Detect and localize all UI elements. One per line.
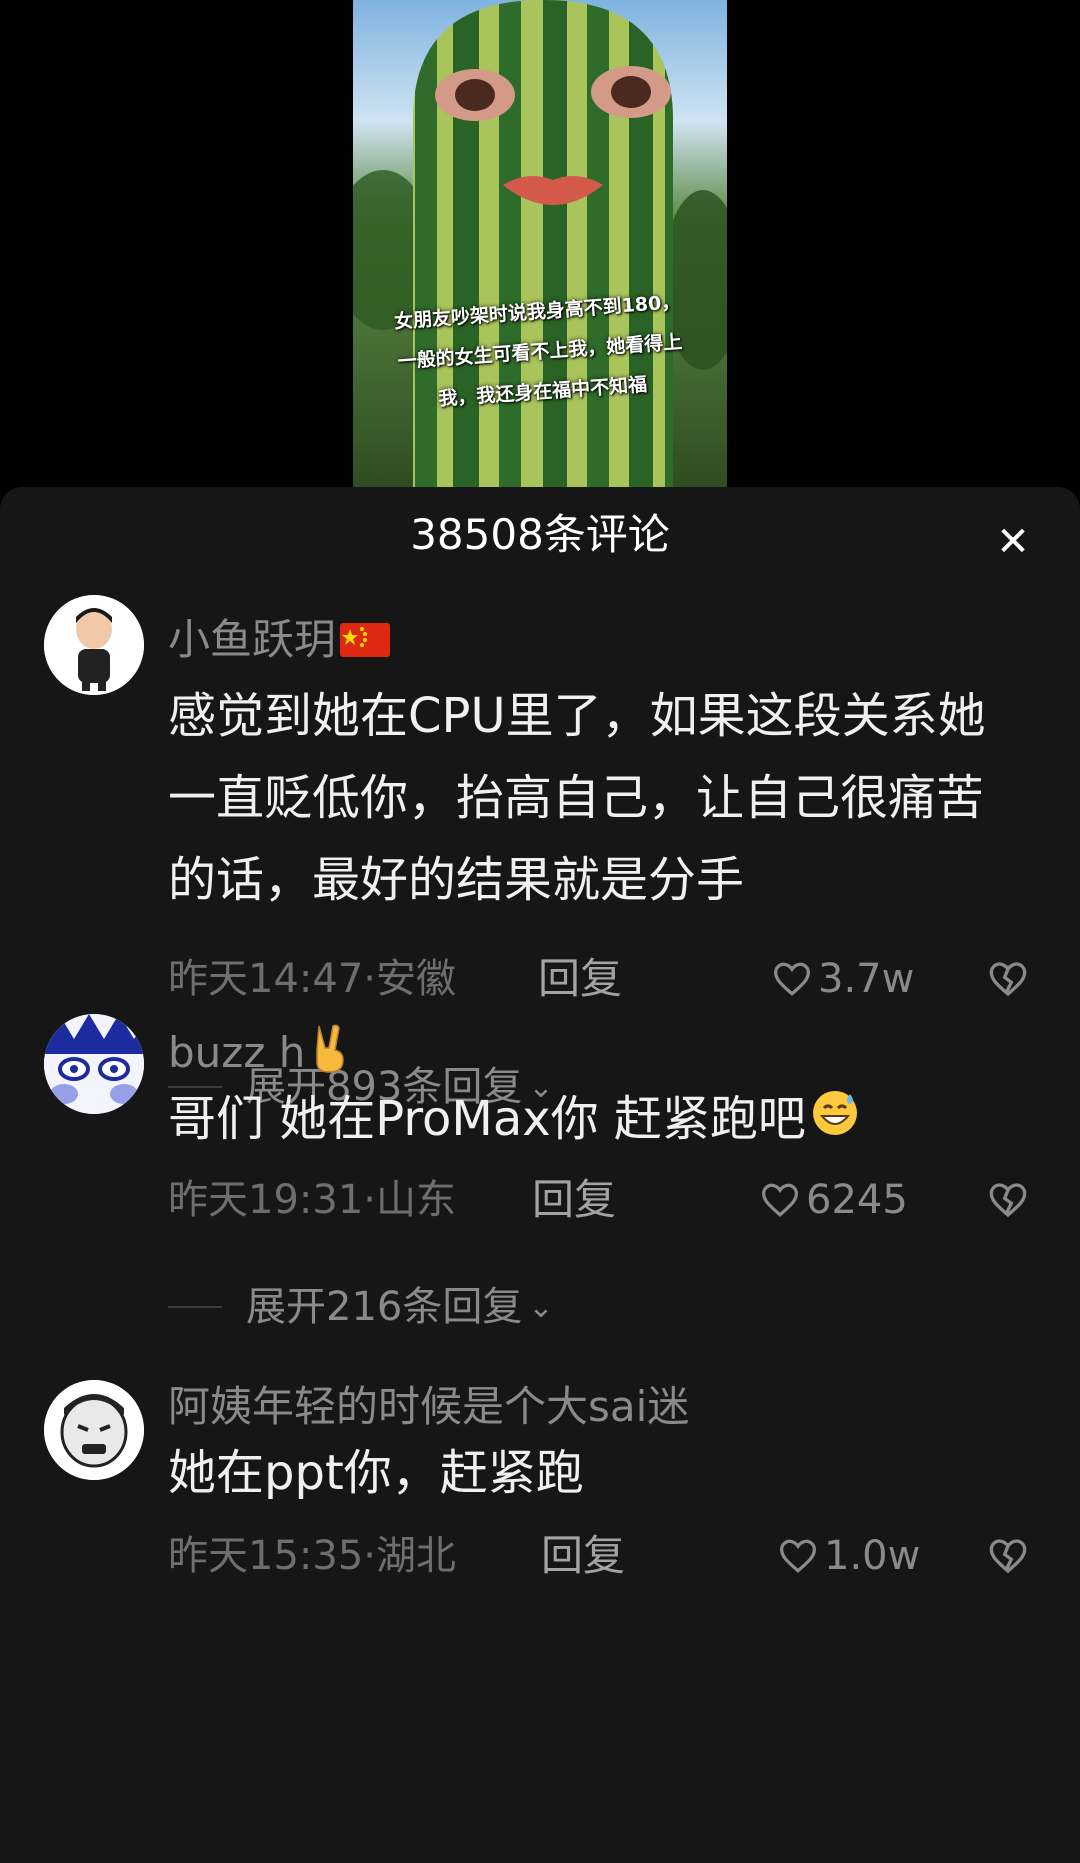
like-button[interactable]: 3.7w xyxy=(772,949,914,1009)
close-icon[interactable]: ✕ xyxy=(990,519,1036,565)
comment-time-location: 昨天15:35·湖北 xyxy=(168,1533,456,1579)
grinning-sweat-emoji xyxy=(810,1081,860,1163)
divider xyxy=(168,1306,222,1308)
dislike-icon[interactable] xyxy=(988,1536,1028,1576)
dislike-icon[interactable] xyxy=(988,959,1028,999)
comment-time-location: 昨天14:47·安徽 xyxy=(168,956,456,1002)
comments-sheet: 38508条评论 ✕ 小鱼跃玥 感觉到她在CPU里了，如果这段关系她一直贬低你，… xyxy=(0,487,1080,1863)
comment-text: 她在ppt你，赶紧跑 xyxy=(168,1445,584,1501)
avatar[interactable] xyxy=(44,595,144,695)
heart-icon xyxy=(761,1183,799,1217)
like-count: 6245 xyxy=(806,1177,908,1223)
video-thumbnail[interactable]: 女朋友吵架时说我身高不到180， 一般的女生可看不上我，她看得上 我，我还身在福… xyxy=(353,0,727,487)
reply-button[interactable]: 回复 xyxy=(541,1526,625,1586)
reply-button[interactable]: 回复 xyxy=(532,1170,616,1230)
chevron-down-icon: ⌄ xyxy=(528,1289,554,1325)
comment-username[interactable]: 小鱼跃玥 xyxy=(168,613,391,670)
like-count: 1.0w xyxy=(824,1533,921,1579)
comment-text: 哥们 她在ProMax你 赶紧跑吧 xyxy=(168,1078,1028,1163)
like-count: 3.7w xyxy=(818,956,915,1002)
comment-meta: 昨天15:35·湖北 回复 1.0w xyxy=(168,1526,1048,1586)
comment-text: 感觉到她在CPU里了，如果这段关系她一直贬低你，抬高自己，让自己很痛苦的话，最好… xyxy=(168,688,986,908)
comment-username[interactable]: 阿姨年轻的时候是个大sai迷 xyxy=(168,1380,689,1434)
reply-button[interactable]: 回复 xyxy=(538,949,622,1009)
avatar[interactable] xyxy=(44,1014,144,1114)
heart-icon xyxy=(779,1539,817,1573)
dislike-icon[interactable] xyxy=(988,1180,1028,1220)
expand-replies-label: 展开216条回复 xyxy=(246,1284,523,1330)
comment-time-location: 昨天19:31·山东 xyxy=(168,1177,456,1223)
avatar[interactable] xyxy=(44,1380,144,1480)
comments-count-title: 38508条评论 xyxy=(410,510,670,559)
expand-replies-button[interactable]: 展开216条回复 ⌄ xyxy=(168,1277,554,1337)
comment-meta: 昨天19:31·山东 回复 6245 xyxy=(168,1170,1048,1230)
like-button[interactable]: 6245 xyxy=(760,1170,908,1230)
heart-icon xyxy=(773,962,811,996)
video-caption: 女朋友吵架时说我身高不到180， 一般的女生可看不上我，她看得上 我，我还身在福… xyxy=(365,280,715,424)
china-flag-emoji xyxy=(340,616,391,670)
video-player[interactable]: 女朋友吵架时说我身高不到180， 一般的女生可看不上我，她看得上 我，我还身在福… xyxy=(0,0,1080,500)
comment-meta: 昨天14:47·安徽 回复 3.7w xyxy=(168,949,1048,1009)
like-button[interactable]: 1.0w xyxy=(778,1526,920,1586)
